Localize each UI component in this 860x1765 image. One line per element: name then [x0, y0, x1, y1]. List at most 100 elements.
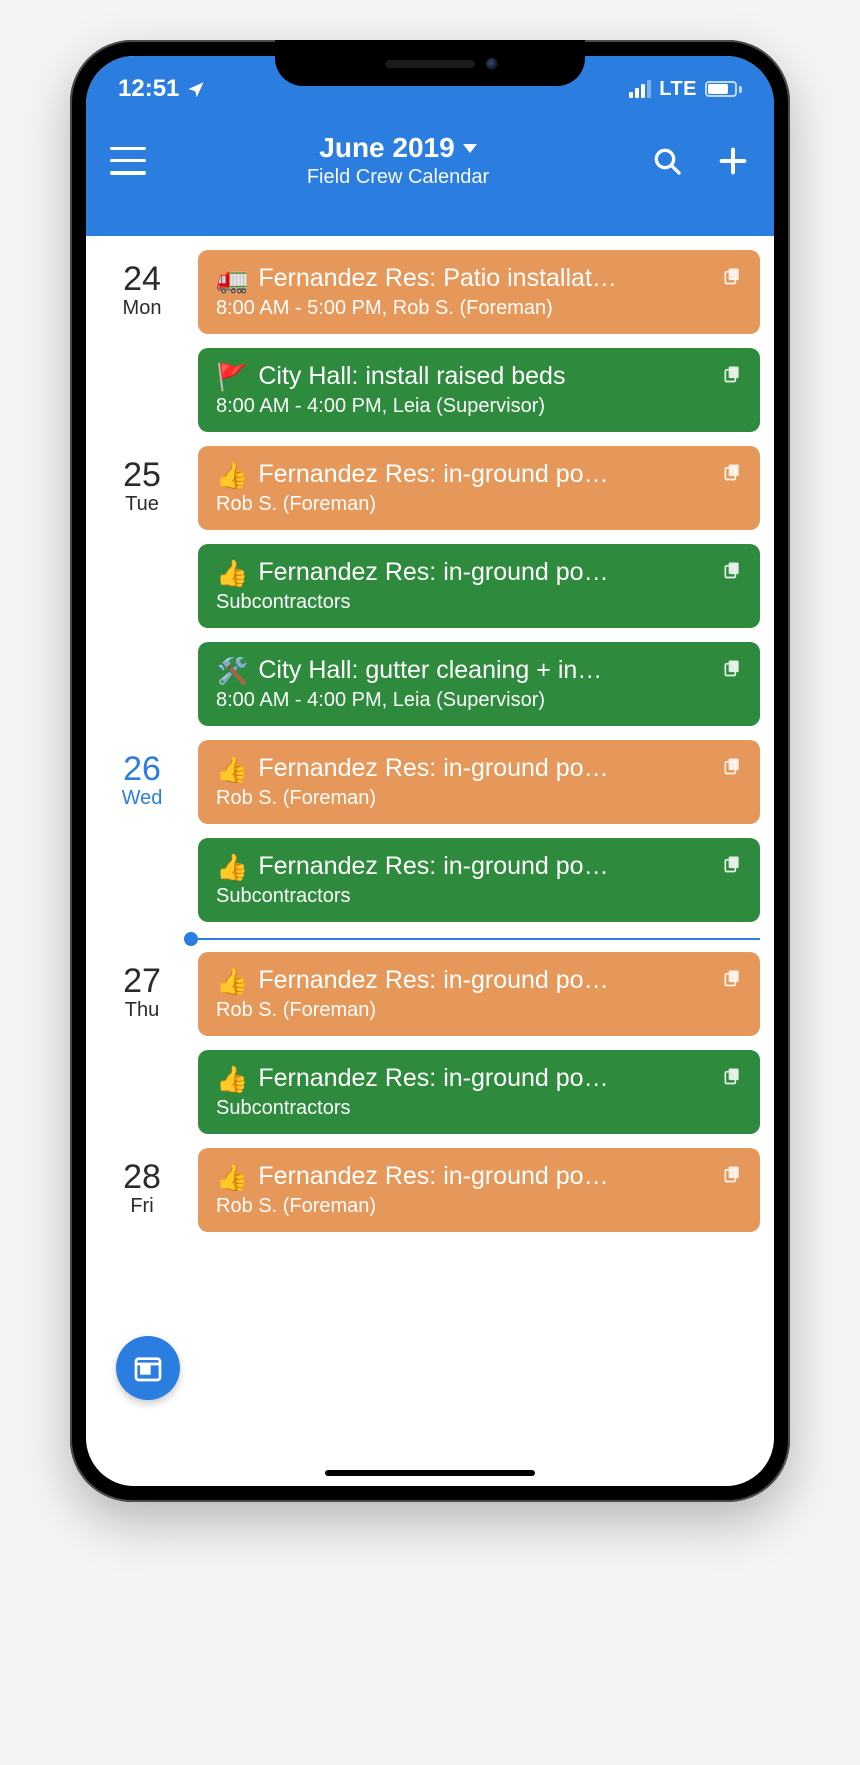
status-right: LTE [629, 78, 742, 101]
battery-icon [705, 81, 742, 97]
event-emoji: 👍 [216, 756, 248, 782]
event-title: Fernandez Res: in-ground po… [258, 1162, 704, 1191]
day-number: 24 [86, 260, 198, 299]
copy-icon[interactable] [714, 968, 742, 993]
day-block: 27Thu 👍 Fernandez Res: in-ground po… Rob S.… [86, 952, 774, 1148]
event-title: City Hall: gutter cleaning + in… [258, 656, 704, 685]
event-subtitle: 8:00 AM - 4:00 PM, Leia (Supervisor) [216, 689, 742, 712]
copy-icon[interactable] [714, 560, 742, 585]
day-name: Fri [86, 1195, 198, 1218]
event-emoji: 👍 [216, 462, 248, 488]
event-title: Fernandez Res: in-ground po… [258, 754, 704, 783]
event-subtitle: Subcontractors [216, 885, 742, 908]
event-title: Fernandez Res: in-ground po… [258, 558, 704, 587]
chevron-down-icon [463, 144, 477, 153]
day-number: 26 [86, 750, 198, 789]
day-number: 25 [86, 456, 198, 495]
event-subtitle: Subcontractors [216, 1097, 742, 1120]
header-subtitle: Field Crew Calendar [146, 166, 650, 189]
add-icon[interactable] [716, 144, 750, 178]
event-subtitle: Rob S. (Foreman) [216, 787, 742, 810]
day-name: Thu [86, 999, 198, 1022]
home-indicator[interactable] [325, 1470, 535, 1476]
event-card[interactable]: 👍Fernandez Res: in-ground po…Rob S. (For… [198, 1148, 760, 1232]
copy-icon[interactable] [714, 462, 742, 487]
event-emoji: 🛠️ [216, 658, 248, 684]
event-card[interactable]: 🚛 Fernandez Res: Patio installat… 8:00 AM … [198, 250, 760, 334]
day-number: 28 [86, 1158, 198, 1197]
day-side[interactable]: 24Mon [86, 250, 198, 446]
events-column: 👍Fernandez Res: in-ground po…Rob S. (For… [198, 1148, 760, 1246]
app-header: 12:51 LTE June 2019 [86, 56, 774, 236]
copy-icon[interactable] [714, 266, 742, 291]
copy-icon[interactable] [714, 854, 742, 879]
event-emoji: 👍 [216, 1164, 248, 1190]
agenda-list[interactable]: 24Mon 🚛 Fernandez Res: Patio installat… 8:0… [86, 236, 774, 1246]
event-title: Fernandez Res: in-ground po… [258, 1064, 704, 1093]
copy-icon[interactable] [714, 1164, 742, 1189]
day-number: 27 [86, 962, 198, 1001]
day-block: 28Fri👍Fernandez Res: in-ground po…Rob S.… [86, 1148, 774, 1246]
event-subtitle: Rob S. (Foreman) [216, 493, 742, 516]
event-title: City Hall: install raised beds [258, 362, 704, 391]
day-block: 26Wed 👍 Fernandez Res: in-ground po… Rob S.… [86, 740, 774, 936]
event-emoji: 👍 [216, 968, 248, 994]
today-fab[interactable] [116, 1336, 180, 1400]
event-card[interactable]: 👍 Fernandez Res: in-ground po… Rob S. (For… [198, 446, 760, 530]
events-column: 👍 Fernandez Res: in-ground po… Rob S. (For… [198, 952, 760, 1148]
event-emoji: 👍 [216, 1066, 248, 1092]
event-card[interactable]: 👍 Fernandez Res: in-ground po… Rob S. (For… [198, 740, 760, 824]
day-side[interactable]: 25Tue [86, 446, 198, 740]
day-block: 24Mon 🚛 Fernandez Res: Patio installat… 8:0… [86, 250, 774, 446]
event-subtitle: 8:00 AM - 4:00 PM, Leia (Supervisor) [216, 395, 742, 418]
location-icon [187, 80, 205, 98]
title-block[interactable]: June 2019 Field Crew Calendar [146, 132, 650, 189]
day-block: 25Tue 👍 Fernandez Res: in-ground po… Rob S.… [86, 446, 774, 740]
day-name: Tue [86, 493, 198, 516]
copy-icon[interactable] [714, 364, 742, 389]
event-card[interactable]: 🛠️ City Hall: gutter cleaning + in… 8:00 A… [198, 642, 760, 726]
search-icon[interactable] [650, 144, 684, 178]
app-bar: June 2019 Field Crew Calendar [86, 108, 774, 189]
event-card[interactable]: 🚩 City Hall: install raised beds 8:00 AM -… [198, 348, 760, 432]
event-emoji: 👍 [216, 854, 248, 880]
events-column: 🚛 Fernandez Res: Patio installat… 8:00 AM … [198, 250, 760, 446]
event-emoji: 👍 [216, 560, 248, 586]
events-column: 👍 Fernandez Res: in-ground po… Rob S. (For… [198, 740, 760, 936]
status-left: 12:51 [118, 75, 205, 103]
current-time-indicator [86, 932, 774, 946]
event-title: Fernandez Res: Patio installat… [258, 264, 704, 293]
event-card[interactable]: 👍 Fernandez Res: in-ground po… Subcontract… [198, 544, 760, 628]
event-emoji: 🚩 [216, 364, 248, 390]
event-title: Fernandez Res: in-ground po… [258, 852, 704, 881]
events-column: 👍 Fernandez Res: in-ground po… Rob S. (For… [198, 446, 760, 740]
signal-icon [629, 80, 651, 98]
network-label: LTE [659, 78, 697, 101]
copy-icon[interactable] [714, 658, 742, 683]
screen: 12:51 LTE June 2019 [86, 56, 774, 1486]
day-side[interactable]: 26Wed [86, 740, 198, 936]
phone-frame: 12:51 LTE June 2019 [70, 40, 790, 1502]
event-title: Fernandez Res: in-ground po… [258, 966, 704, 995]
day-side[interactable]: 28Fri [86, 1148, 198, 1246]
notch-camera [486, 58, 498, 70]
app-actions [650, 144, 750, 178]
menu-icon[interactable] [110, 147, 146, 175]
event-subtitle: Rob S. (Foreman) [216, 999, 742, 1022]
day-name: Wed [86, 787, 198, 810]
header-title: June 2019 [319, 132, 454, 164]
copy-icon[interactable] [714, 756, 742, 781]
notch-speaker [385, 60, 475, 68]
status-bar: 12:51 LTE [86, 70, 774, 108]
day-name: Mon [86, 297, 198, 320]
event-card[interactable]: 👍 Fernandez Res: in-ground po… Subcontract… [198, 1050, 760, 1134]
event-title: Fernandez Res: in-ground po… [258, 460, 704, 489]
event-emoji: 🚛 [216, 266, 248, 292]
status-time: 12:51 [118, 75, 179, 103]
event-card[interactable]: 👍 Fernandez Res: in-ground po… Rob S. (For… [198, 952, 760, 1036]
event-subtitle: 8:00 AM - 5:00 PM, Rob S. (Foreman) [216, 297, 742, 320]
copy-icon[interactable] [714, 1066, 742, 1091]
day-side[interactable]: 27Thu [86, 952, 198, 1148]
event-subtitle: Subcontractors [216, 591, 742, 614]
event-card[interactable]: 👍 Fernandez Res: in-ground po… Subcontract… [198, 838, 760, 922]
